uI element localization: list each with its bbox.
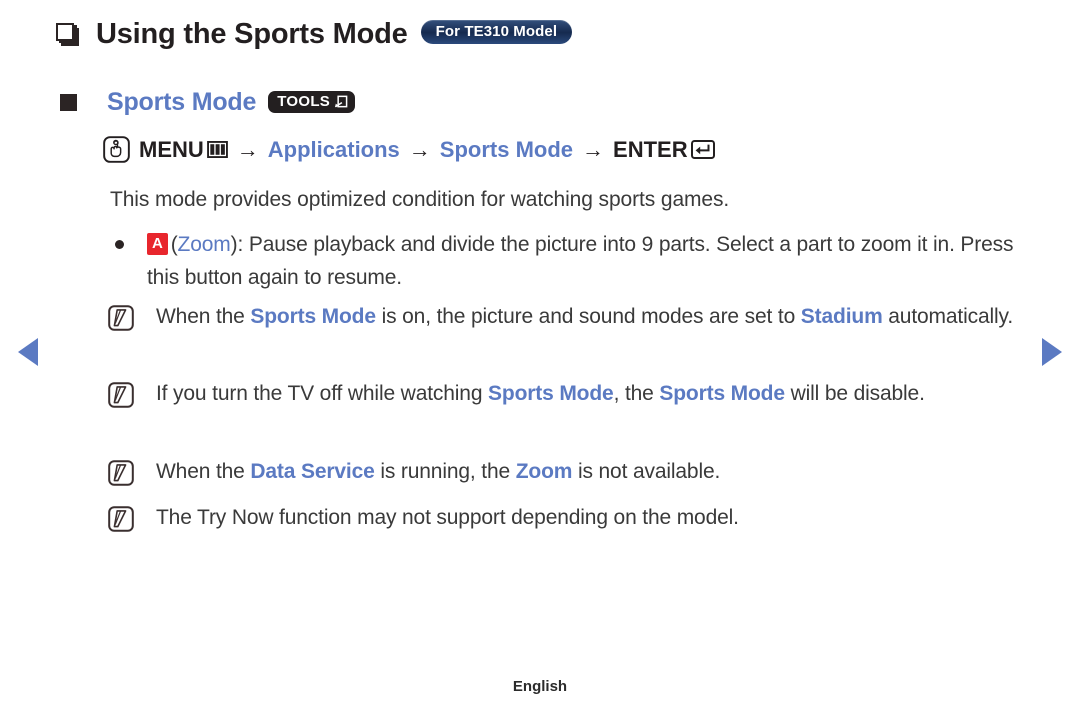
note-pencil-icon — [108, 382, 134, 408]
note-highlight: Sports Mode — [250, 305, 376, 328]
footer-language: English — [512, 678, 568, 695]
note-part: When the — [156, 305, 251, 328]
note-part: If you turn the TV off while watching — [156, 382, 489, 405]
note-highlight: Data Service — [250, 460, 375, 483]
prev-page-arrow-icon[interactable] — [18, 338, 38, 366]
stacked-square-bullet-icon — [56, 22, 80, 47]
model-badge: For TE310 Model — [420, 20, 573, 44]
note-text: When the Sports Mode is on, the picture … — [156, 298, 1013, 335]
note-item: If you turn the TV off while watching Sp… — [108, 375, 1038, 412]
menu-label: MENU — [139, 136, 204, 162]
tools-arrow-box-icon — [335, 95, 348, 108]
path-arrow-3: → — [582, 136, 605, 162]
page-title-text: Using the Sports Mode — [96, 18, 408, 50]
note-pencil-icon — [108, 305, 134, 331]
zoom-bullet-text: A (Zoom): Pause playback and divide the p… — [147, 228, 1015, 294]
note-text: When the Data Service is running, the Zo… — [156, 453, 720, 490]
note-part: is running, the — [374, 460, 516, 483]
note-item: The Try Now function may not support dep… — [108, 499, 1038, 536]
note-part: The Try Now function may not support dep… — [156, 506, 739, 529]
note-part: automatically. — [882, 305, 1014, 328]
zoom-bullet-item: A (Zoom): Pause playback and divide the p… — [110, 228, 1015, 294]
path-arrow-2: → — [408, 136, 431, 162]
next-page-arrow-icon[interactable] — [1042, 338, 1062, 366]
section-heading: Sports Mode TOOLS — [107, 88, 356, 117]
note-item: When the Sports Mode is on, the picture … — [108, 298, 1038, 335]
path-step-applications[interactable]: Applications — [268, 137, 400, 163]
solid-square-bullet-icon — [60, 94, 77, 111]
page-title-row: Using the Sports Mode For TE310 Model — [56, 18, 573, 51]
note-part: is not available. — [572, 460, 721, 483]
hand-press-icon — [103, 136, 130, 163]
note-text: If you turn the TV off while watching Sp… — [156, 375, 925, 412]
intro-paragraph: This mode provides optimized condition f… — [110, 188, 730, 211]
note-pencil-icon — [108, 506, 134, 532]
remote-key-a-button[interactable]: A — [147, 233, 168, 255]
note-text: The Try Now function may not support dep… — [156, 499, 739, 536]
note-part: will be disable. — [784, 382, 925, 405]
enter-step[interactable]: ENTER — [613, 137, 715, 163]
menu-step[interactable]: MENU — [139, 137, 228, 163]
manual-page: Using the Sports Mode For TE310 Model Spo… — [0, 0, 1080, 705]
zoom-open-paren: ( — [170, 233, 178, 256]
zoom-description: Pause playback and divide the picture in… — [147, 233, 1014, 289]
path-arrow-1: → — [236, 136, 259, 162]
note-part: is on, the picture and sound modes are s… — [375, 305, 801, 328]
path-step-sports-mode[interactable]: Sports Mode — [440, 137, 573, 163]
enter-label: ENTER — [613, 136, 688, 162]
note-item: When the Data Service is running, the Zo… — [108, 453, 1038, 490]
tools-badge-label: TOOLS — [277, 93, 331, 110]
zoom-close-paren: ): — [230, 233, 249, 256]
section-heading-row: Sports Mode TOOLS — [60, 88, 356, 117]
note-part: , the — [613, 382, 660, 405]
note-highlight: Sports Mode — [488, 382, 614, 405]
zoom-keyword: Zoom — [177, 233, 231, 256]
note-highlight: Sports Mode — [659, 382, 785, 405]
note-pencil-icon — [108, 460, 134, 486]
menu-grid-icon — [206, 141, 228, 158]
tools-badge[interactable]: TOOLS — [268, 91, 356, 113]
note-highlight: Zoom — [515, 460, 573, 483]
page-title: Using the Sports Mode For TE310 Model — [96, 18, 573, 51]
section-heading-text: Sports Mode — [107, 88, 257, 116]
menu-path: MENU → Applications → Sports Mode → ENTE… — [103, 136, 715, 163]
enter-key-icon — [690, 140, 715, 159]
note-part: When the — [156, 460, 251, 483]
note-highlight: Stadium — [800, 305, 883, 328]
dot-bullet-icon — [115, 240, 124, 249]
